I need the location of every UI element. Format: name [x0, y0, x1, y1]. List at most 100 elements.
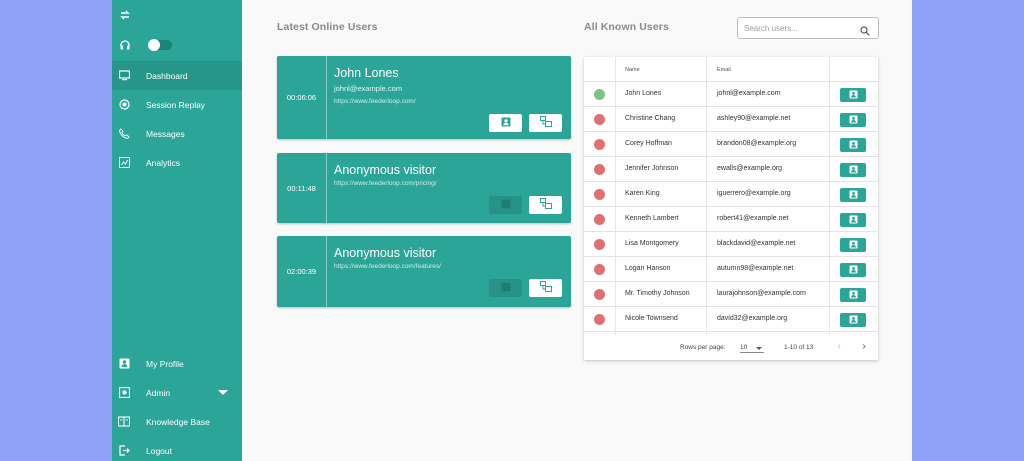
user-name: Mr. Timothy Johnson: [625, 290, 690, 297]
user-name: Karen King: [625, 190, 660, 197]
session-timer: 00:06:06: [277, 56, 327, 139]
table-row[interactable]: Christine Chang ashley90@example.net: [584, 107, 878, 132]
view-user-button[interactable]: [840, 88, 866, 102]
table-pagination: Rows per page: 10 1-10 of 13 ‹ ›: [584, 335, 878, 360]
online-users-title: Latest Online Users: [277, 21, 378, 33]
user-email: robert41@example.net: [717, 215, 789, 222]
profile-card-icon: [501, 196, 511, 214]
table-row[interactable]: Nicole Townsend david32@example.org: [584, 307, 878, 332]
user-email: ashley90@example.net: [717, 115, 791, 122]
visitor-name: John Lones: [334, 66, 399, 80]
user-name: Christine Chang: [625, 115, 676, 122]
next-page-icon[interactable]: ›: [857, 340, 871, 354]
visitor-url: https://www.feederloop.com/pricing/: [334, 180, 437, 187]
status-dot: [594, 164, 605, 175]
table-row[interactable]: Mr. Timothy Johnson laurajohnson@example.…: [584, 282, 878, 307]
screen-share-icon: [539, 196, 552, 214]
status-dot: [594, 189, 605, 200]
status-dot: [594, 264, 605, 275]
user-name: Jennifer Johnson: [625, 165, 679, 172]
screen-share-button[interactable]: [529, 196, 562, 214]
user-email: blackdavid@example.net: [717, 240, 796, 247]
visitor-card: 00:06:06 John Lones johnl@example.com ht…: [277, 56, 571, 139]
visitor-email: johnl@example.com: [334, 84, 403, 93]
view-profile-button[interactable]: [489, 196, 522, 214]
search-input[interactable]: [744, 23, 854, 33]
session-timer: 00:11:48: [277, 153, 327, 223]
app-window: Dashboard Session Replay Messages Analyt…: [112, 0, 912, 461]
column-header-name: Name: [625, 67, 640, 73]
user-email: laurajohnson@example.com: [717, 290, 806, 297]
table-row[interactable]: Corey Hoffman brandon08@example.org: [584, 132, 878, 157]
user-email: iguerrero@example.org: [717, 190, 791, 197]
view-user-button[interactable]: [840, 113, 866, 127]
user-email: johnl@example.com: [717, 90, 781, 97]
pagination-range: 1-10 of 13: [784, 344, 814, 351]
table-row[interactable]: Karen King iguerrero@example.org: [584, 182, 878, 207]
profile-card-icon: [849, 86, 858, 104]
previous-page-icon[interactable]: ‹: [832, 340, 846, 354]
visitor-url: https://www.feederloop.com/: [334, 98, 416, 105]
search-box: [737, 17, 879, 39]
known-users-table: Name Email John Lones johnl@example.com Ch…: [584, 57, 878, 360]
status-dot: [594, 289, 605, 300]
table-row[interactable]: Lisa Montgomery blackdavid@example.net: [584, 232, 878, 257]
user-name: Nicole Townsend: [625, 315, 678, 322]
main-content: Latest Online Users All Known Users 00:0…: [112, 0, 912, 461]
screen-share-icon: [539, 279, 552, 297]
view-user-button[interactable]: [840, 138, 866, 152]
screen-share-button[interactable]: [529, 114, 562, 132]
user-name: Logan Hanson: [625, 265, 671, 272]
view-user-button[interactable]: [840, 288, 866, 302]
view-profile-button[interactable]: [489, 279, 522, 297]
user-email: david32@example.org: [717, 315, 788, 322]
user-email: autumn98@example.net: [717, 265, 794, 272]
known-users-title: All Known Users: [584, 21, 669, 33]
user-email: ewalls@example.org: [717, 165, 783, 172]
visitor-card: 02:00:39 Anonymous visitor https://www.f…: [277, 236, 571, 307]
table-row[interactable]: Logan Hanson autumn98@example.net: [584, 257, 878, 282]
session-timer: 02:00:39: [277, 236, 327, 307]
view-user-button[interactable]: [840, 163, 866, 177]
status-dot: [594, 214, 605, 225]
table-row[interactable]: John Lones johnl@example.com: [584, 82, 878, 107]
visitor-name: Anonymous visitor: [334, 246, 437, 260]
user-name: Corey Hoffman: [625, 140, 672, 147]
screen-share-button[interactable]: [529, 279, 562, 297]
view-user-button[interactable]: [840, 313, 866, 327]
table-row[interactable]: Kenneth Lambert robert41@example.net: [584, 207, 878, 232]
profile-card-icon: [849, 261, 858, 279]
user-name: Kenneth Lambert: [625, 215, 679, 222]
user-email: brandon08@example.org: [717, 140, 797, 147]
rows-per-page-value: 10: [740, 344, 748, 351]
profile-card-icon: [849, 286, 858, 304]
status-dot: [594, 314, 605, 325]
dropdown-arrow-icon: [756, 347, 762, 350]
profile-card-icon: [849, 311, 858, 329]
user-name: Lisa Montgomery: [625, 240, 679, 247]
visitor-url: https://www.feederloop.com/features/: [334, 263, 441, 270]
status-dot: [594, 114, 605, 125]
table-row[interactable]: Jennifer Johnson ewalls@example.org: [584, 157, 878, 182]
visitor-card: 00:11:48 Anonymous visitor https://www.f…: [277, 153, 571, 223]
view-user-button[interactable]: [840, 263, 866, 277]
status-dot: [594, 139, 605, 150]
view-user-button[interactable]: [840, 188, 866, 202]
view-user-button[interactable]: [840, 238, 866, 252]
profile-card-icon: [501, 279, 511, 297]
visitor-name: Anonymous visitor: [334, 163, 437, 177]
rows-per-page-label: Rows per page:: [680, 344, 726, 351]
screen-share-icon: [539, 114, 552, 132]
profile-card-icon: [849, 136, 858, 154]
profile-card-icon: [501, 114, 511, 132]
view-user-button[interactable]: [840, 213, 866, 227]
view-profile-button[interactable]: [489, 114, 522, 132]
profile-card-icon: [849, 186, 858, 204]
rows-per-page-select[interactable]: 10: [740, 342, 764, 353]
search-icon[interactable]: [860, 23, 870, 41]
profile-card-icon: [849, 236, 858, 254]
profile-card-icon: [849, 161, 858, 179]
status-dot: [594, 89, 605, 100]
profile-card-icon: [849, 111, 858, 129]
profile-card-icon: [849, 211, 858, 229]
